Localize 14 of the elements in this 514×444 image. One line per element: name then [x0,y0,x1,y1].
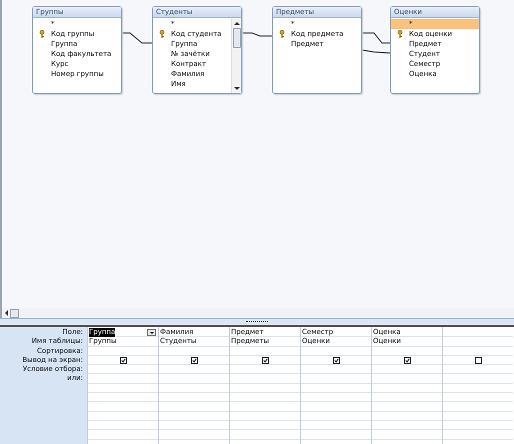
horizontal-scrollbar[interactable] [2,308,514,318]
checkbox[interactable] [475,356,482,364]
checkbox[interactable] [404,356,411,364]
dropdown-button[interactable] [147,329,156,336]
checkbox[interactable] [262,356,269,364]
relationship-line [240,32,272,36]
checkbox[interactable] [333,356,340,364]
relationship-line [122,32,152,44]
relationship-line [362,32,390,44]
scrollbar[interactable] [231,19,241,93]
relationship-line [362,50,390,54]
splitter-bar[interactable] [0,318,514,327]
checkbox[interactable] [191,356,198,364]
checkbox[interactable] [120,356,127,364]
